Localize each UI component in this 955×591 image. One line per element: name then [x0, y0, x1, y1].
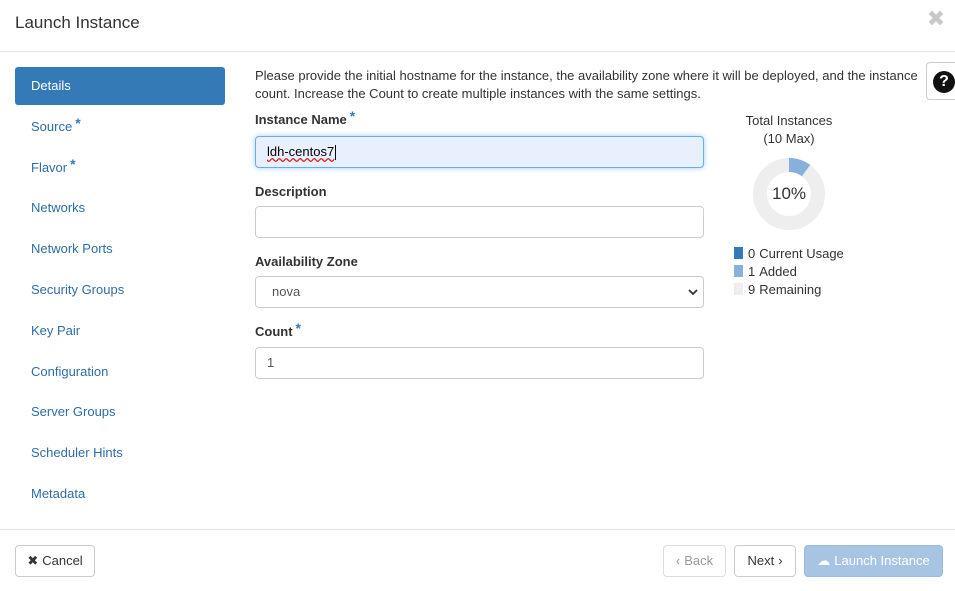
close-icon[interactable]: ✖ [926, 8, 946, 30]
legend-item-current-usage: 0 Current Usage [734, 245, 844, 263]
nav-item-scheduler-hints[interactable]: Scheduler Hints [15, 434, 225, 472]
legend-item-added: 1 Added [734, 263, 844, 281]
total-instances-title: Total Instances (10 Max) [745, 113, 833, 146]
modal-title: Launch Instance [15, 13, 140, 32]
nav-item-networks[interactable]: Networks [15, 189, 225, 227]
usage-legend: 0 Current Usage 1 Added 9 Remaining [734, 245, 844, 299]
required-marker: * [75, 114, 81, 131]
times-icon: ✖ [27, 553, 39, 568]
intro-text: Please provide the initial hostname for … [255, 68, 918, 101]
required-marker: * [70, 155, 76, 172]
nav-item-configuration[interactable]: Configuration [15, 353, 225, 391]
count-label: Count * [255, 320, 301, 339]
availability-zone-select[interactable]: nova [255, 276, 704, 308]
nav-item-details[interactable]: Details [15, 67, 225, 105]
nav-item-server-groups[interactable]: Server Groups [15, 393, 225, 431]
count-input[interactable]: 1 [255, 347, 704, 379]
nav-item-key-pair[interactable]: Key Pair [15, 312, 225, 350]
usage-percent-label: 10% [771, 184, 807, 203]
launch-instance-button[interactable]: ☁ Launch Instance [804, 545, 943, 577]
back-button[interactable]: ‹ Back [663, 545, 726, 577]
instance-name-input[interactable]: ldh-centos7 [255, 136, 704, 168]
chevron-left-icon: ‹ [675, 553, 681, 568]
legend-item-remaining: 9 Remaining [734, 281, 844, 299]
question-icon: ? [933, 71, 955, 93]
nav-item-security-groups[interactable]: Security Groups [15, 271, 225, 309]
cancel-button[interactable]: ✖ Cancel [15, 545, 95, 577]
nav-item-metadata[interactable]: Metadata [15, 475, 225, 513]
next-button[interactable]: Next › [734, 545, 796, 577]
nav-item-network-ports[interactable]: Network Ports [15, 230, 225, 268]
instance-name-label: Instance Name * [255, 108, 356, 127]
description-label: Description [255, 184, 327, 199]
modal-header: Launch Instance ✖ [0, 0, 955, 52]
required-marker: * [295, 320, 301, 336]
nav-item-source[interactable]: Source * [15, 108, 225, 146]
help-button[interactable]: ? [926, 62, 955, 100]
availability-zone-label: Availability Zone [255, 254, 358, 269]
nav-item-flavor[interactable]: Flavor * [15, 149, 225, 187]
required-marker: * [349, 108, 356, 124]
chevron-down-icon [688, 289, 698, 296]
chevron-right-icon: › [778, 553, 783, 568]
description-input[interactable] [255, 206, 704, 238]
wizard-nav: Details Source * Flavor * Networks Network… [15, 67, 225, 516]
cloud-upload-icon: ☁ [817, 553, 831, 568]
